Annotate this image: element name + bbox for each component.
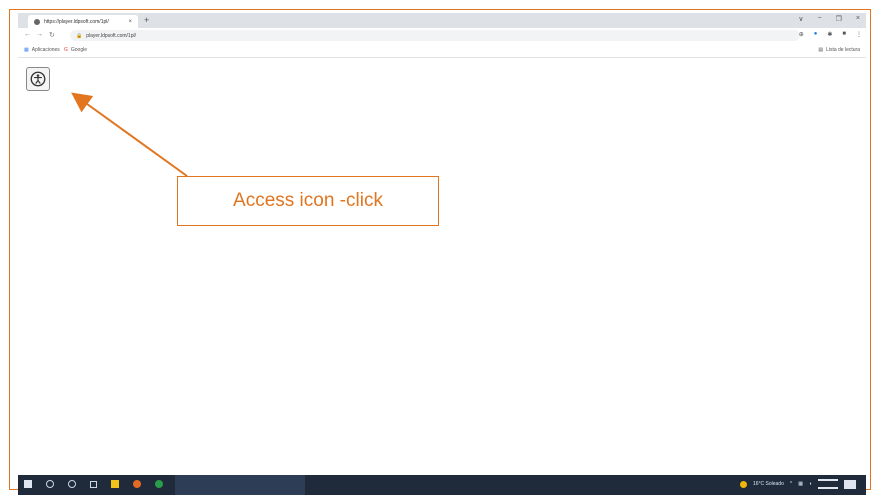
maximize-button[interactable]: ❐ [836, 15, 842, 23]
menu-icon[interactable]: ⋮ [856, 31, 862, 38]
toolbar-icons: ⊕ ● ✱ ■ ⋮ [799, 31, 862, 38]
browser-toolbar: ← → ↻ 🔒 player.ldpsoft.com/1pl/ ⊕ ● ✱ ■ … [18, 28, 866, 44]
search-icon[interactable] [46, 480, 54, 488]
tab-close-icon[interactable]: × [128, 19, 132, 25]
tray-chevron-icon[interactable]: ^ [790, 481, 792, 487]
task-view-icon[interactable] [90, 480, 97, 488]
new-tab-button[interactable]: + [144, 15, 149, 26]
lock-icon: 🔒 [76, 32, 83, 39]
reload-icon[interactable]: ↻ [49, 31, 55, 39]
notification-icon[interactable] [844, 479, 856, 489]
weather-icon [739, 480, 747, 488]
bookmark-label: Aplicaciones [31, 47, 60, 53]
firefox-icon[interactable] [133, 480, 141, 488]
cortana-icon[interactable] [68, 480, 76, 488]
minimize-button[interactable]: − [818, 15, 822, 23]
windows-start-icon[interactable] [24, 480, 32, 488]
browser-tab[interactable]: https://player.ldpsoft.com/1pl/ × [28, 15, 138, 28]
reading-list[interactable]: ▤ Lista de lectura [818, 47, 860, 53]
tab-bar: https://player.ldpsoft.com/1pl/ × + ∨ − … [18, 13, 866, 28]
clock-icon[interactable] [818, 479, 838, 489]
tab-search-button[interactable]: ∨ [798, 15, 803, 23]
address-bar[interactable]: 🔒 player.ldpsoft.com/1pl/ [70, 30, 800, 41]
browser-screenshot: https://player.ldpsoft.com/1pl/ × + ∨ − … [18, 13, 866, 495]
reading-list-icon: ▤ [818, 47, 824, 53]
chrome-icon[interactable] [155, 480, 163, 488]
system-tray: 16°C Soleado ^ ▦ ◖ [739, 479, 856, 489]
puzzle-icon[interactable]: ✱ [827, 31, 832, 38]
callout-text: Access icon -click [233, 190, 383, 211]
back-arrow-icon[interactable]: ← [24, 31, 31, 38]
forward-arrow-icon[interactable]: → [36, 31, 43, 38]
running-app-bar[interactable] [175, 475, 305, 495]
network-icon[interactable]: ▦ [798, 481, 803, 487]
tab-title: https://player.ldpsoft.com/1pl/ [44, 18, 109, 25]
accessibility-icon [30, 71, 46, 87]
favicon-icon [34, 18, 40, 25]
reading-list-label: Lista de lectura [826, 47, 860, 53]
profile-icon[interactable]: ■ [842, 31, 846, 38]
apps-icon: ▦ [24, 47, 29, 53]
close-window-button[interactable]: × [856, 15, 860, 23]
taskbar-apps [24, 480, 163, 488]
weather-text[interactable]: 16°C Soleado [753, 481, 784, 487]
windows-taskbar: 16°C Soleado ^ ▦ ◖ [18, 475, 866, 495]
bookmark-label: Google [70, 47, 88, 53]
extension-icon[interactable]: ● [814, 31, 818, 38]
callout-box: Access icon -click [177, 176, 439, 226]
volume-icon[interactable]: ◖ [809, 481, 812, 487]
accessibility-button[interactable] [26, 67, 50, 91]
translate-icon[interactable]: ⊕ [799, 31, 804, 38]
bookmark-google[interactable]: G Google [64, 47, 87, 53]
url-text: player.ldpsoft.com/1pl/ [86, 32, 136, 39]
window-controls: ∨ − ❐ × [798, 15, 860, 23]
bookmarks-bar: ▦ Aplicaciones G Google ▤ Lista de lectu… [18, 44, 866, 58]
file-explorer-icon[interactable] [111, 480, 119, 488]
bookmark-apps[interactable]: ▦ Aplicaciones [24, 47, 60, 53]
google-icon: G [64, 47, 68, 53]
